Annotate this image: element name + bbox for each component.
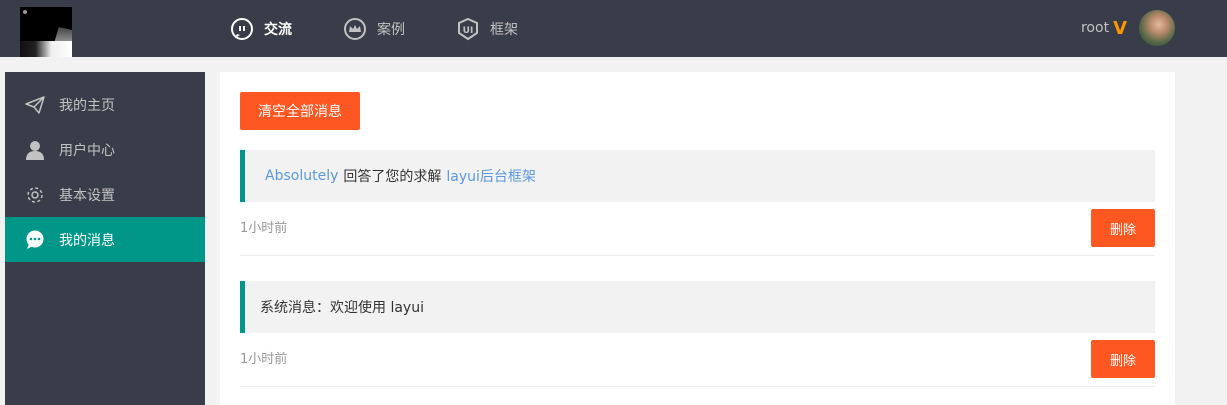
chat-bubble-icon [230, 17, 254, 41]
vip-badge: V [1113, 17, 1127, 39]
sidebar-item-homepage[interactable]: 我的主页 [5, 82, 205, 127]
logo[interactable] [20, 7, 72, 57]
nav-label-framework: 框架 [490, 21, 518, 38]
divider [240, 386, 1155, 387]
delete-message-button[interactable]: 删除 [1091, 209, 1155, 247]
logo-base [20, 41, 72, 57]
avatar[interactable] [1139, 10, 1175, 46]
username[interactable]: root [1081, 20, 1109, 36]
nav-item-framework[interactable]: UI 框架 [456, 0, 518, 57]
sidebar-item-settings[interactable]: 基本设置 [5, 172, 205, 217]
user-icon [25, 140, 45, 160]
message-user-link[interactable]: Absolutely [265, 168, 338, 184]
nav-label-cases: 案例 [377, 21, 405, 38]
sidebar: 我的主页 用户中心 基本设置 我的消息 [5, 72, 205, 405]
sidebar-item-label: 我的主页 [59, 97, 115, 114]
delete-message-button[interactable]: 删除 [1091, 340, 1155, 378]
message-panel: 清空全部消息 Absolutely 回答了您的求解 layui后台框架 1小时前… [220, 72, 1175, 405]
paper-plane-icon [25, 95, 45, 115]
message-time: 1小时前 [240, 352, 288, 367]
gear-icon [25, 185, 45, 205]
divider [240, 255, 1155, 256]
sidebar-item-label: 用户中心 [59, 142, 115, 159]
message-text: 回答了您的求解 [343, 169, 442, 185]
nav-label-discuss: 交流 [264, 21, 292, 38]
svg-text:UI: UI [463, 26, 474, 36]
message-topic-link[interactable]: layui后台框架 [446, 166, 536, 186]
message-item: 系统消息：欢迎使用 layui [240, 281, 1155, 333]
nav-item-discuss[interactable]: 交流 [230, 0, 292, 57]
crown-badge-icon [343, 17, 367, 41]
top-header: 交流 案例 UI 框架 root V [0, 0, 1227, 57]
sidebar-item-label: 我的消息 [59, 232, 115, 249]
user-menu[interactable]: root V [1081, 10, 1175, 46]
ui-shield-icon: UI [456, 17, 480, 41]
sidebar-item-user-center[interactable]: 用户中心 [5, 127, 205, 172]
clear-all-messages-button[interactable]: 清空全部消息 [240, 92, 360, 130]
sidebar-item-label: 基本设置 [59, 187, 115, 204]
nav-item-cases[interactable]: 案例 [343, 0, 405, 57]
message-text: 系统消息：欢迎使用 layui [260, 300, 424, 316]
message-item: Absolutely 回答了您的求解 layui后台框架 [240, 150, 1155, 202]
message-icon [25, 230, 45, 250]
message-time: 1小时前 [240, 221, 288, 236]
logo-dot [23, 10, 27, 14]
sidebar-item-messages[interactable]: 我的消息 [5, 217, 205, 262]
